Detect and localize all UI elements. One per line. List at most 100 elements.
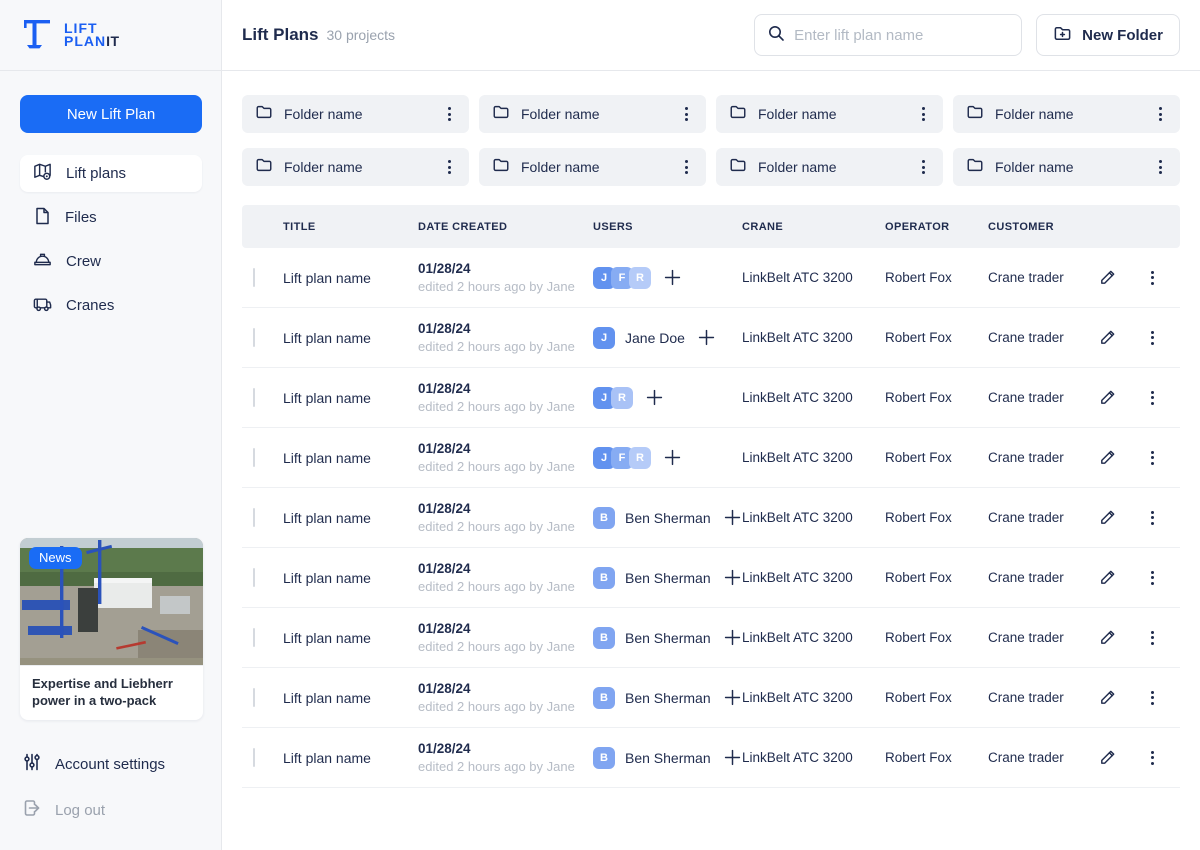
edit-row-button[interactable] — [1093, 444, 1121, 472]
folder-card[interactable]: Folder name — [479, 148, 706, 186]
edit-row-button[interactable] — [1093, 684, 1121, 712]
add-user-button[interactable] — [724, 689, 741, 706]
sidebar-item-crew[interactable]: Crew — [20, 243, 202, 280]
table-body: Lift plan name 01/28/24 edited 2 hours a… — [242, 248, 1180, 788]
table-row[interactable]: Lift plan name 01/28/24 edited 2 hours a… — [242, 668, 1180, 728]
row-menu-button[interactable] — [1140, 686, 1164, 710]
folder-menu-button[interactable] — [1148, 102, 1172, 126]
cell-title: Lift plan name — [283, 390, 418, 406]
folder-card[interactable]: Folder name — [953, 95, 1180, 133]
edit-row-button[interactable] — [1093, 264, 1121, 292]
add-user-button[interactable] — [724, 749, 741, 766]
add-user-button[interactable] — [664, 449, 681, 466]
row-checkbox[interactable] — [253, 388, 255, 407]
account-settings-link[interactable]: Account settings — [20, 752, 202, 776]
logout-label: Log out — [55, 802, 105, 819]
cell-crane: LinkBelt ATC 3200 — [742, 750, 885, 765]
row-checkbox[interactable] — [253, 628, 255, 647]
table-row[interactable]: Lift plan name 01/28/24 edited 2 hours a… — [242, 728, 1180, 788]
folder-card[interactable]: Folder name — [716, 148, 943, 186]
logout-link[interactable]: Log out — [20, 798, 202, 822]
add-user-button[interactable] — [664, 269, 681, 286]
brand-wordmark: LIFT PLANIT — [64, 22, 120, 48]
cell-customer: Crane trader — [988, 750, 1093, 765]
news-card[interactable]: News Expertise and Liebherr power in a t… — [20, 538, 203, 720]
cell-operator: Robert Fox — [885, 750, 988, 765]
edit-row-button[interactable] — [1093, 384, 1121, 412]
cell-date-created: 01/28/24 edited 2 hours ago by Jane — [418, 500, 593, 535]
user-name: Ben Sherman — [625, 750, 711, 766]
row-checkbox[interactable] — [253, 688, 255, 707]
row-menu-button[interactable] — [1140, 386, 1164, 410]
row-checkbox[interactable] — [253, 448, 255, 467]
row-menu-button[interactable] — [1140, 506, 1164, 530]
search-box[interactable] — [754, 14, 1022, 56]
row-menu-button[interactable] — [1140, 626, 1164, 650]
new-folder-button[interactable]: New Folder — [1036, 14, 1180, 56]
row-menu-button[interactable] — [1140, 746, 1164, 770]
edit-row-button[interactable] — [1093, 744, 1121, 772]
sidebar-item-lift-plans[interactable]: Lift plans — [20, 155, 202, 192]
add-user-button[interactable] — [724, 569, 741, 586]
sidebar: LIFT PLANIT New Lift Plan Lift plans Fil… — [0, 0, 222, 850]
cell-date-created: 01/28/24 edited 2 hours ago by Jane — [418, 680, 593, 715]
folder-card[interactable]: Folder name — [953, 148, 1180, 186]
edit-row-button[interactable] — [1093, 624, 1121, 652]
add-user-button[interactable] — [724, 509, 741, 526]
project-count: 30 projects — [327, 27, 395, 43]
user-name: Ben Sherman — [625, 510, 711, 526]
news-caption: Expertise and Liebherr power in a two-pa… — [20, 665, 203, 720]
row-checkbox[interactable] — [253, 748, 255, 767]
folder-card[interactable]: Folder name — [716, 95, 943, 133]
cell-users: JFR — [593, 267, 742, 289]
sidebar-item-files[interactable]: Files — [20, 199, 202, 236]
add-user-button[interactable] — [646, 389, 663, 406]
folder-menu-button[interactable] — [911, 102, 935, 126]
sidebar-item-cranes[interactable]: Cranes — [20, 287, 202, 324]
edited-info: edited 2 hours ago by Jane — [418, 638, 593, 655]
cell-title: Lift plan name — [283, 330, 418, 346]
table-row[interactable]: Lift plan name 01/28/24 edited 2 hours a… — [242, 248, 1180, 308]
add-user-button[interactable] — [698, 329, 715, 346]
folder-menu-button[interactable] — [674, 155, 698, 179]
cell-customer: Crane trader — [988, 690, 1093, 705]
column-header-crane: CRANE — [742, 221, 885, 233]
cell-customer: Crane trader — [988, 570, 1093, 585]
table-row[interactable]: Lift plan name 01/28/24 edited 2 hours a… — [242, 548, 1180, 608]
edit-row-button[interactable] — [1093, 504, 1121, 532]
table-row[interactable]: Lift plan name 01/28/24 edited 2 hours a… — [242, 488, 1180, 548]
edited-info: edited 2 hours ago by Jane — [418, 758, 593, 775]
folder-menu-button[interactable] — [437, 155, 461, 179]
folder-menu-button[interactable] — [674, 102, 698, 126]
edit-row-button[interactable] — [1093, 564, 1121, 592]
row-menu-button[interactable] — [1140, 266, 1164, 290]
brand-logo: LIFT PLANIT — [0, 0, 221, 71]
row-menu-button[interactable] — [1140, 326, 1164, 350]
row-checkbox[interactable] — [253, 268, 255, 287]
folder-card[interactable]: Folder name — [242, 148, 469, 186]
folder-menu-button[interactable] — [911, 155, 935, 179]
row-menu-button[interactable] — [1140, 566, 1164, 590]
row-checkbox[interactable] — [253, 508, 255, 527]
table-row[interactable]: Lift plan name 01/28/24 edited 2 hours a… — [242, 308, 1180, 368]
edited-info: edited 2 hours ago by Jane — [418, 518, 593, 535]
table-row[interactable]: Lift plan name 01/28/24 edited 2 hours a… — [242, 608, 1180, 668]
avatar-group: JR — [593, 387, 633, 409]
folder-card[interactable]: Folder name — [479, 95, 706, 133]
search-input[interactable] — [794, 27, 1009, 44]
folder-card[interactable]: Folder name — [242, 95, 469, 133]
user-avatar: R — [629, 447, 651, 469]
cell-title: Lift plan name — [283, 510, 418, 526]
row-menu-button[interactable] — [1140, 446, 1164, 470]
cell-date-created: 01/28/24 edited 2 hours ago by Jane — [418, 440, 593, 475]
edited-info: edited 2 hours ago by Jane — [418, 698, 593, 715]
folder-menu-button[interactable] — [1148, 155, 1172, 179]
edit-row-button[interactable] — [1093, 324, 1121, 352]
table-row[interactable]: Lift plan name 01/28/24 edited 2 hours a… — [242, 368, 1180, 428]
folder-menu-button[interactable] — [437, 102, 461, 126]
new-lift-plan-button[interactable]: New Lift Plan — [20, 95, 202, 133]
add-user-button[interactable] — [724, 629, 741, 646]
row-checkbox[interactable] — [253, 568, 255, 587]
row-checkbox[interactable] — [253, 328, 255, 347]
table-row[interactable]: Lift plan name 01/28/24 edited 2 hours a… — [242, 428, 1180, 488]
